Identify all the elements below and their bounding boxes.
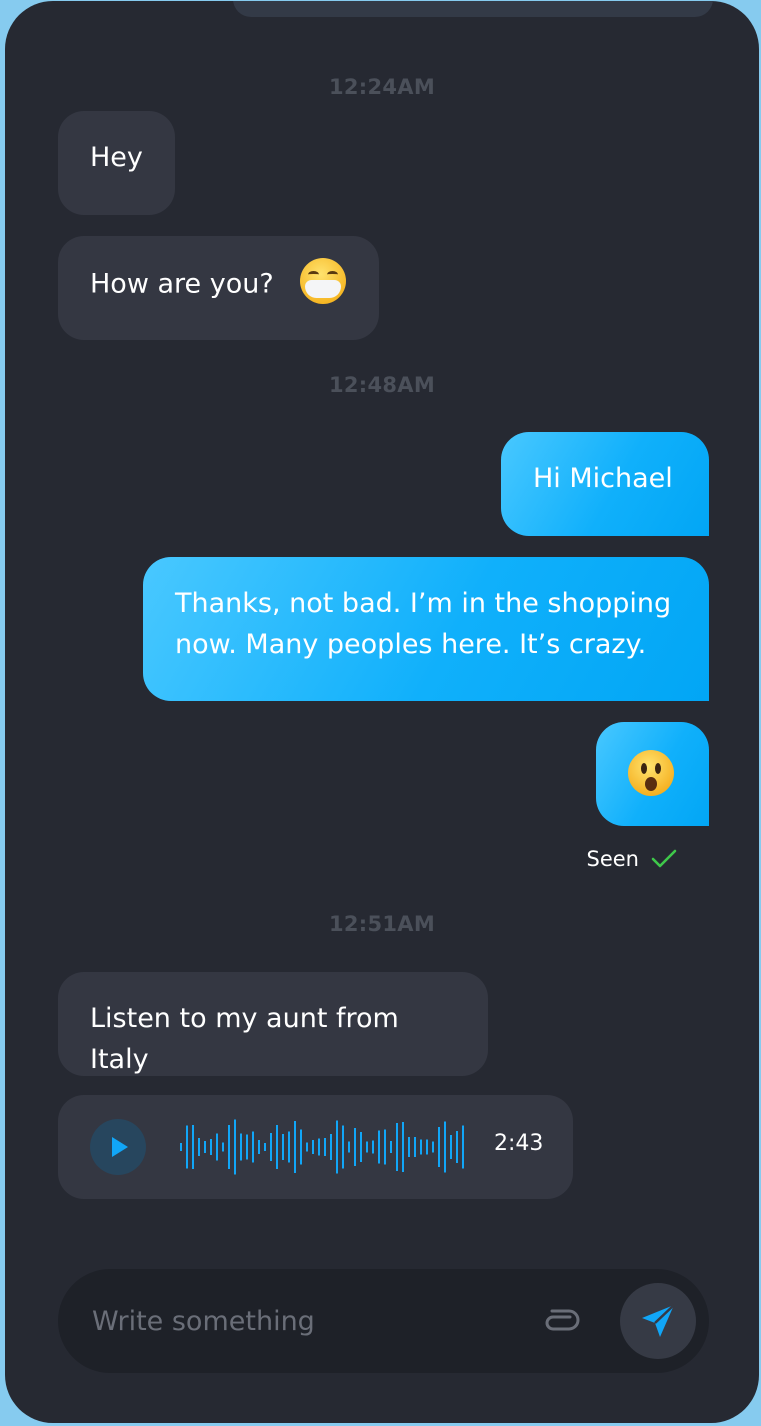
play-icon[interactable] [90, 1119, 146, 1175]
waveform-bar [198, 1138, 200, 1156]
waveform-bar [432, 1141, 434, 1153]
waveform-bar [186, 1125, 188, 1169]
outgoing-message[interactable]: Thanks, not bad. I’m in the shopping now… [143, 557, 709, 701]
hushed-face-emoji-icon [628, 750, 674, 796]
waveform-bar [426, 1139, 428, 1155]
waveform-bar [330, 1134, 332, 1160]
waveform-bar [228, 1125, 230, 1169]
waveform-bar [288, 1131, 290, 1163]
check-icon [651, 849, 677, 868]
waveform-bar [246, 1134, 248, 1160]
incoming-message[interactable]: Hey [58, 111, 175, 215]
face-with-medical-mask-emoji-icon [299, 258, 346, 304]
waveform-bar [450, 1135, 452, 1159]
waveform-bar [408, 1137, 410, 1157]
waveform-bar [192, 1125, 194, 1169]
waveform-bar [276, 1125, 278, 1169]
waveform-bar [390, 1141, 392, 1153]
waveform-bar [306, 1142, 308, 1152]
waveform-bar [240, 1133, 242, 1161]
waveform-bar [360, 1132, 362, 1162]
waveform-bar [402, 1122, 404, 1172]
header-edge [233, 1, 713, 17]
outgoing-message[interactable]: Hi Michael [501, 432, 709, 536]
message-composer [58, 1269, 709, 1373]
waveform-bar [294, 1121, 296, 1173]
waveform-bar [318, 1138, 320, 1156]
timestamp: 12:51AM [328, 912, 436, 936]
message-text: How are you? [90, 268, 274, 300]
outgoing-emoji-message[interactable] [596, 722, 709, 826]
waveform-bar [216, 1133, 218, 1161]
waveform-bar [372, 1140, 374, 1154]
waveform-bar [210, 1139, 212, 1155]
seen-status: Seen [587, 847, 677, 871]
voice-message: 2:43 [58, 1095, 573, 1199]
waveform-bar [258, 1140, 260, 1154]
waveform-bar [438, 1127, 440, 1167]
waveform-bar [462, 1125, 464, 1169]
audio-waveform[interactable] [178, 1119, 468, 1175]
waveform-bar [336, 1120, 338, 1174]
waveform-bar [264, 1143, 266, 1151]
paperclip-icon[interactable] [540, 1305, 580, 1337]
waveform-bar [204, 1141, 206, 1153]
incoming-message[interactable]: Listen to my aunt from Italy [58, 972, 488, 1076]
waveform-bar [378, 1130, 380, 1164]
waveform-bar [282, 1134, 284, 1160]
incoming-message[interactable]: How are you? [58, 236, 379, 340]
message-input[interactable] [90, 1297, 514, 1345]
waveform-bar [444, 1121, 446, 1173]
waveform-bar [420, 1139, 422, 1155]
voice-duration: 2:43 [494, 1131, 544, 1156]
seen-label: Seen [586, 847, 639, 871]
waveform-bar [300, 1129, 302, 1165]
waveform-bar [348, 1141, 350, 1153]
send-button[interactable] [620, 1283, 696, 1359]
waveform-bar [414, 1137, 416, 1157]
waveform-bar [366, 1141, 368, 1153]
waveform-bar [234, 1119, 236, 1175]
waveform-bar [456, 1131, 458, 1163]
waveform-bar [324, 1138, 326, 1156]
paper-plane-icon [642, 1304, 675, 1337]
waveform-bar [342, 1125, 344, 1169]
timestamp: 12:24AM [328, 75, 436, 99]
chat-screen: 12:24AM Hey How are you? 12:48AM Hi Mich… [5, 1, 759, 1423]
message-text: Listen to my aunt from Italy [90, 1003, 399, 1075]
waveform-bar [354, 1128, 356, 1166]
waveform-bar [180, 1143, 182, 1151]
waveform-bar [384, 1129, 386, 1165]
message-text-line: now. Many peoples here. It’s crazy. [175, 629, 647, 660]
message-text: Hey [90, 142, 143, 173]
message-text-line: Thanks, not bad. I’m in the shopping [175, 588, 672, 619]
waveform-bar [312, 1140, 314, 1154]
waveform-bar [222, 1142, 224, 1152]
waveform-bar [252, 1131, 254, 1163]
waveform-bar [270, 1133, 272, 1161]
timestamp: 12:48AM [328, 373, 436, 397]
waveform-bar [396, 1123, 398, 1171]
message-text: Hi Michael [533, 463, 673, 494]
